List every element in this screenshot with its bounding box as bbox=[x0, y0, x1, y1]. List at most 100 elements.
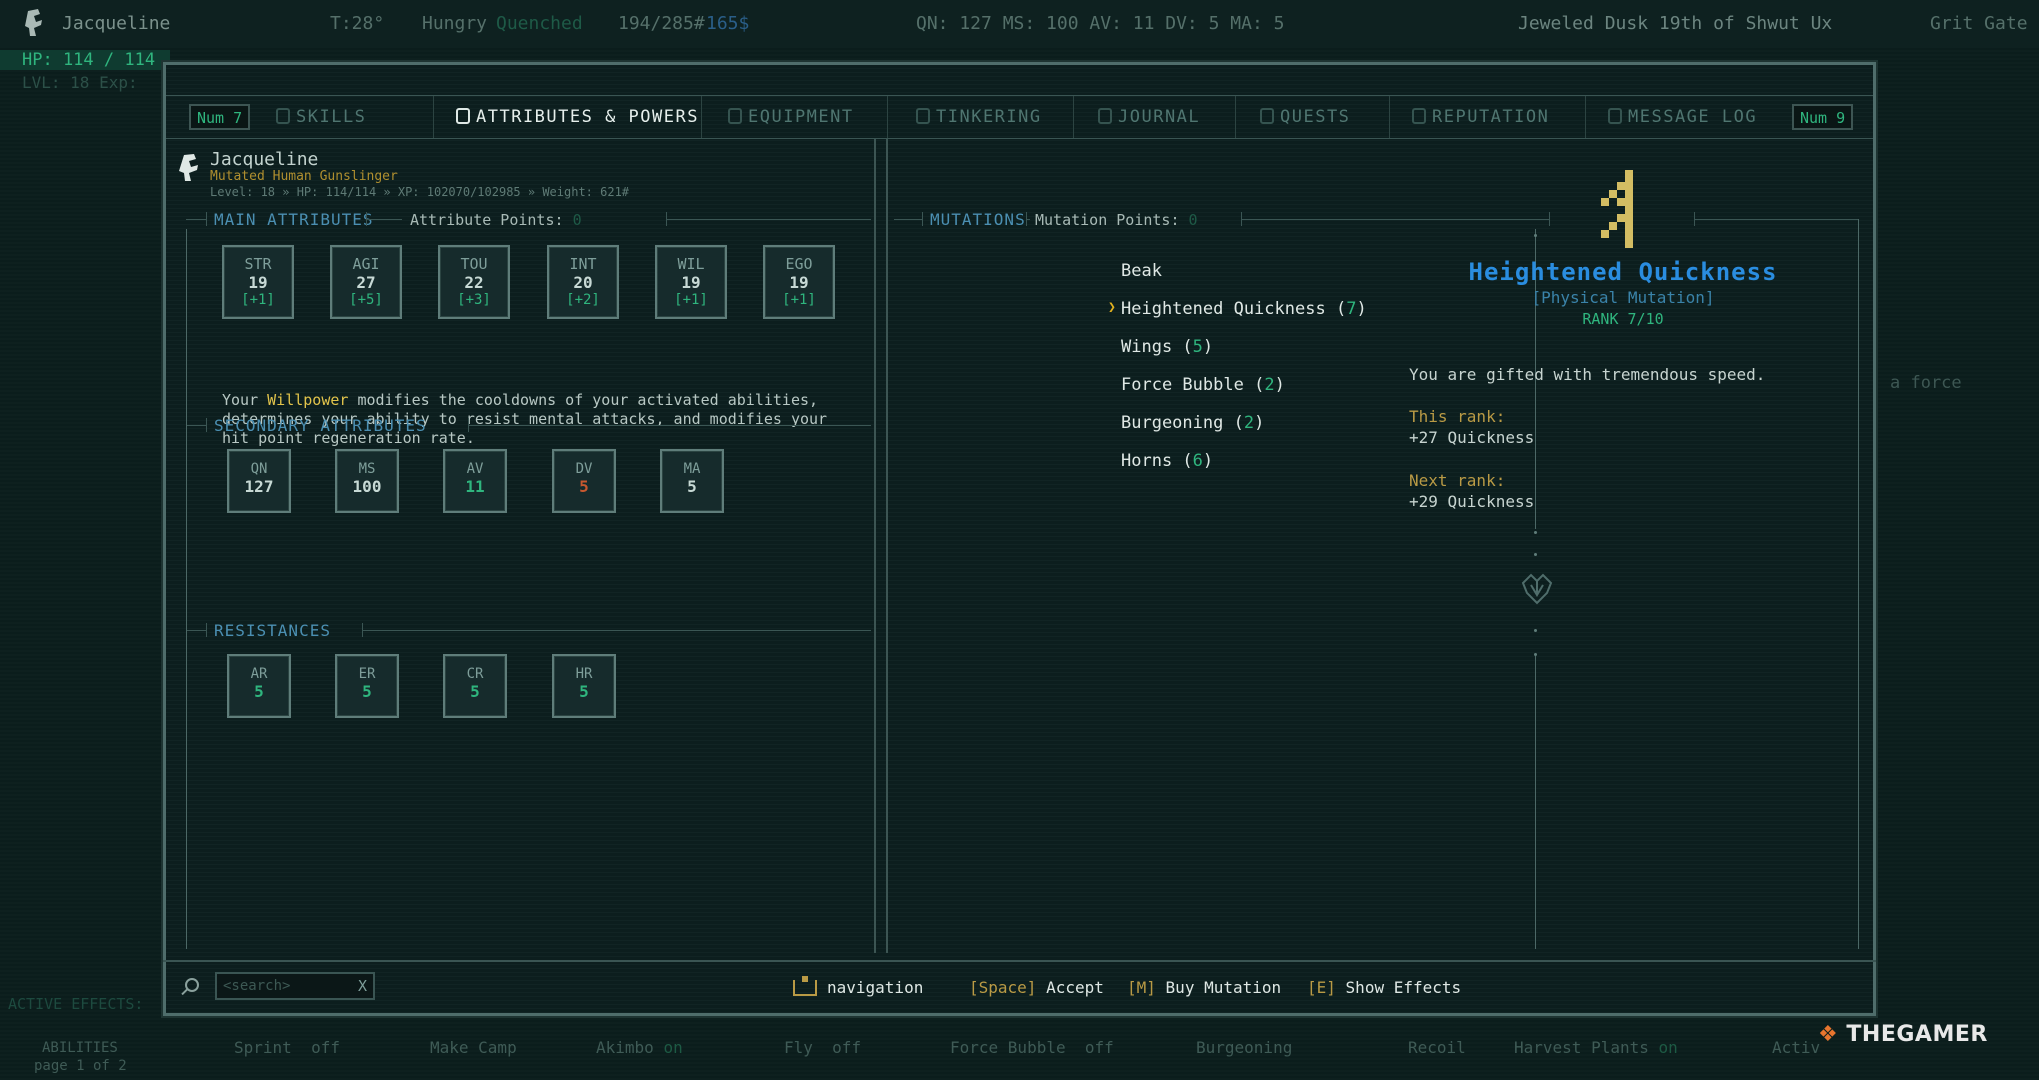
secondary-value: 100 bbox=[352, 477, 382, 496]
divider bbox=[922, 212, 923, 226]
mutation-rank: RANK 7/10 bbox=[1582, 310, 1664, 328]
ability-slot[interactable]: Fly off bbox=[784, 1038, 861, 1057]
secondary-value: 127 bbox=[244, 477, 274, 496]
mutation-points: Mutation Points: 0 bbox=[1035, 211, 1198, 229]
ability-slot[interactable]: Sprint off bbox=[234, 1038, 340, 1057]
divider bbox=[894, 219, 922, 220]
ornament-dot bbox=[1534, 653, 1537, 656]
buy-mutation-hint[interactable]: [M] Buy Mutation bbox=[1127, 978, 1281, 997]
search-input[interactable]: <search> X bbox=[215, 972, 375, 1000]
ability-slot[interactable]: Recoil bbox=[1408, 1038, 1466, 1057]
secondary-ma: MA 5 bbox=[660, 449, 724, 513]
reputation-icon bbox=[1412, 108, 1426, 124]
temperature: T:28° bbox=[330, 13, 385, 34]
divider bbox=[468, 425, 871, 426]
attribute-int[interactable]: INT 20 [+2] bbox=[547, 245, 619, 319]
panel-splitter[interactable] bbox=[874, 139, 888, 953]
attribute-points: Attribute Points: 0 bbox=[410, 211, 582, 229]
navigation-hint: navigation bbox=[793, 976, 923, 997]
ability-slot[interactable]: Force Bubble off bbox=[950, 1038, 1114, 1057]
divider bbox=[206, 623, 207, 637]
divider bbox=[1026, 219, 1030, 220]
main-attributes-heading: MAIN ATTRIBUTES bbox=[214, 210, 374, 229]
divider bbox=[206, 212, 207, 226]
character-portrait-icon bbox=[176, 153, 202, 183]
mutation-title: Heightened Quickness bbox=[1468, 258, 1778, 286]
character-info: Level: 18 » HP: 114/114 » XP: 102070/102… bbox=[210, 185, 630, 199]
divider bbox=[362, 630, 871, 631]
secondary-attributes-heading: SECONDARY ATTRIBUTES bbox=[214, 416, 427, 435]
attribute-wil[interactable]: WIL 19 [+1] bbox=[655, 245, 727, 319]
resistance-ar: AR 5 bbox=[227, 654, 291, 718]
player-name: Jacqueline bbox=[62, 13, 171, 34]
mutation-ornament-icon bbox=[1517, 571, 1557, 611]
game-date: Jeweled Dusk 19th of Shwut Ux bbox=[1518, 13, 1833, 34]
resistance-er: ER 5 bbox=[335, 654, 399, 718]
money: 165$ bbox=[706, 13, 750, 34]
search-icon bbox=[185, 978, 199, 992]
mutation-type: [Physical Mutation] bbox=[1531, 288, 1715, 307]
game-screen: Jacqueline T:28° Hungry Quenched 194/285… bbox=[0, 0, 2039, 1080]
attribute-str[interactable]: STR 19 [+1] bbox=[222, 245, 294, 319]
ability-slot[interactable]: Activ bbox=[1772, 1038, 1820, 1057]
mutation-item[interactable]: Horns (6) bbox=[1121, 451, 1213, 471]
ability-bar: ACTIVE EFFECTS: ABILITIES page 1 of 2 Sp… bbox=[0, 995, 2039, 1080]
clear-search-button[interactable]: X bbox=[358, 977, 367, 995]
ability-slot[interactable]: Akimbo on bbox=[596, 1038, 683, 1057]
site-watermark: ❖ THEGAMER bbox=[1818, 1022, 1988, 1047]
tab-quests[interactable]: QUESTS bbox=[1236, 96, 1390, 138]
mutations-heading: MUTATIONS bbox=[930, 210, 1026, 229]
attribute-agi[interactable]: AGI 27 [+5] bbox=[330, 245, 402, 319]
journal-icon bbox=[1098, 108, 1112, 124]
active-effects-label: ACTIVE EFFECTS: bbox=[8, 995, 144, 1013]
mutation-item[interactable]: Burgeoning (2) bbox=[1121, 413, 1264, 433]
ornament-dot bbox=[1534, 553, 1537, 556]
tinkering-icon bbox=[916, 108, 930, 124]
character-class: Mutated Human Gunslinger bbox=[210, 169, 398, 184]
mutation-item[interactable]: Beak bbox=[1121, 261, 1162, 281]
prev-tab-key[interactable]: Num 7 bbox=[189, 104, 251, 130]
next-tab-key[interactable]: Num 9 bbox=[1792, 104, 1854, 130]
tab-reputation[interactable]: REPUTATION bbox=[1390, 96, 1586, 138]
attribute-tou[interactable]: TOU 22 [+3] bbox=[438, 245, 510, 319]
player-icon bbox=[22, 8, 44, 36]
heightened-quickness-icon bbox=[1595, 168, 1645, 254]
abilities-label: ABILITIES bbox=[42, 1040, 118, 1056]
tab-attributes-powers[interactable]: ATTRIBUTES & POWERS bbox=[434, 96, 702, 138]
ability-slot[interactable]: Harvest Plants on bbox=[1514, 1038, 1678, 1057]
equipment-icon bbox=[728, 108, 742, 124]
secondary-value: 11 bbox=[465, 477, 485, 496]
secondary-dv: DV 5 bbox=[552, 449, 616, 513]
mutation-item[interactable]: Force Bubble (2) bbox=[1121, 375, 1285, 395]
tab-skills[interactable]: SKILLS bbox=[246, 96, 434, 138]
watermark-logo-icon: ❖ bbox=[1818, 1022, 1839, 1047]
attribute-ego[interactable]: EGO 19 [+1] bbox=[763, 245, 835, 319]
window-footer: <search> X navigation [Space] Accept [M] … bbox=[163, 960, 1876, 1012]
quests-icon bbox=[1260, 108, 1274, 124]
secondary-value: 5 bbox=[579, 477, 589, 496]
mutation-item[interactable]: Wings (5) bbox=[1121, 337, 1213, 357]
secondary-av: AV 11 bbox=[443, 449, 507, 513]
character-sheet-window: Num 7 SKILLS ATTRIBUTES & POWERS EQUIPME… bbox=[163, 62, 1876, 1016]
thirst-status: Quenched bbox=[496, 13, 583, 34]
tab-message-log[interactable]: MESSAGE LOG bbox=[1586, 96, 1786, 138]
accept-hint[interactable]: [Space] Accept bbox=[969, 978, 1104, 997]
attributes-panel: Jacqueline Mutated Human Gunslinger Leve… bbox=[166, 139, 873, 954]
background-text: a force bbox=[1890, 373, 1962, 393]
tab-tinkering[interactable]: TINKERING bbox=[888, 96, 1074, 138]
resistance-hr: HR 5 bbox=[552, 654, 616, 718]
panel-border bbox=[186, 229, 187, 949]
ability-slot[interactable]: Burgeoning bbox=[1196, 1038, 1292, 1057]
tab-bar: Num 7 SKILLS ATTRIBUTES & POWERS EQUIPME… bbox=[166, 95, 1873, 139]
divider bbox=[666, 219, 871, 220]
status-bar: Jacqueline T:28° Hungry Quenched 194/285… bbox=[0, 0, 2039, 48]
quick-stats: QN: 127 MS: 100 AV: 11 DV: 5 MA: 5 bbox=[916, 13, 1285, 34]
show-effects-hint[interactable]: [E] Show Effects bbox=[1307, 978, 1461, 997]
secondary-ms: MS 100 bbox=[335, 449, 399, 513]
tab-equipment[interactable]: EQUIPMENT bbox=[702, 96, 888, 138]
ability-slot[interactable]: Make Camp bbox=[430, 1038, 517, 1057]
skills-icon bbox=[276, 108, 290, 124]
this-rank-value: +27 Quickness bbox=[1409, 428, 1535, 447]
secondary-qn: QN 127 bbox=[227, 449, 291, 513]
tab-journal[interactable]: JOURNAL bbox=[1074, 96, 1236, 138]
